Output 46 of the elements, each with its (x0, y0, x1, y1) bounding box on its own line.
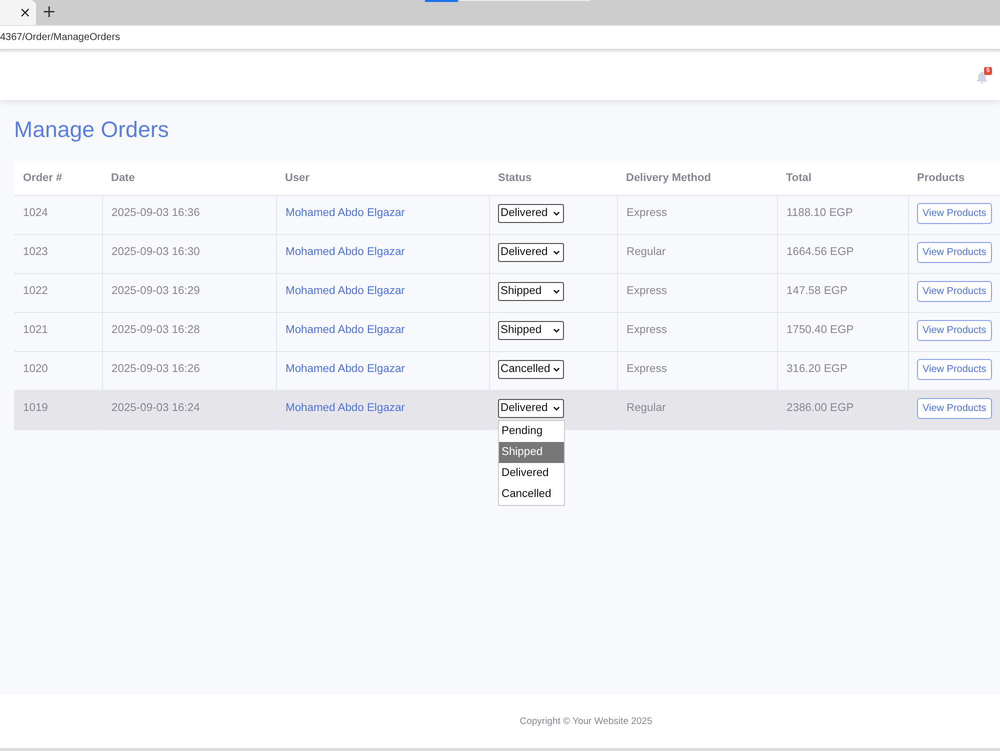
column-header: Order # (14, 161, 102, 196)
user-link[interactable]: Mohamed Abdo Elgazar (286, 363, 405, 375)
tab-close-button[interactable]: × (19, 6, 36, 20)
column-header: Delivery Method (617, 161, 777, 196)
table-cell: 2386.00 EGP (777, 390, 908, 430)
table-cell: 2025-09-03 16:24 (102, 390, 276, 430)
status-select[interactable]: Delivered (498, 204, 564, 222)
view-products-button[interactable]: View Products (916, 358, 992, 380)
user-link[interactable]: Mohamed Abdo Elgazar (286, 246, 405, 258)
user-link[interactable]: Mohamed Abdo Elgazar (286, 324, 405, 336)
user-link[interactable]: Mohamed Abdo Elgazar (286, 285, 405, 297)
accent-bar (425, 0, 458, 2)
status-select[interactable]: Delivered (498, 242, 564, 262)
column-header: User (276, 161, 489, 196)
chevron-icon (552, 406, 560, 410)
status-select[interactable]: Delivered (498, 398, 564, 418)
browser-tab[interactable]: × (0, 0, 36, 25)
bell-icon[interactable] (976, 70, 988, 84)
chevron-icon (552, 288, 560, 294)
view-products-button[interactable]: View Products (916, 398, 992, 418)
new-tab-button[interactable]: + (38, 0, 60, 25)
column-header: Total (777, 161, 908, 196)
user-link[interactable]: Mohamed Abdo Elgazar (286, 207, 405, 219)
status-select[interactable]: Shipped (498, 282, 564, 300)
column-header: Products (908, 161, 1000, 196)
column-header: Date (102, 161, 276, 196)
chevron-icon (552, 250, 560, 254)
dropdown-option[interactable]: Cancelled (498, 484, 564, 504)
address-field[interactable]: 4367/Order/ManageOrders (0, 25, 1000, 50)
dropdown-option[interactable]: Delivered (498, 462, 564, 484)
chevron-icon (552, 366, 560, 372)
column-header: Status (489, 161, 617, 196)
view-products-button[interactable]: View Products (916, 280, 992, 302)
chevron-icon (552, 328, 560, 332)
view-products-button[interactable]: View Products (916, 320, 992, 340)
status-select[interactable]: Shipped (498, 320, 564, 340)
table-cell: Regular (617, 390, 777, 430)
dropdown-option[interactable]: Pending (498, 420, 564, 442)
dropdown-option[interactable]: Shipped (498, 442, 564, 462)
table-cell: 1019 (14, 390, 102, 430)
page-title: Manage Orders (14, 116, 170, 144)
view-products-button[interactable]: View Products (916, 242, 992, 262)
chevron-icon (552, 210, 560, 216)
status-select[interactable]: Cancelled (498, 360, 564, 378)
view-products-button[interactable]: View Products (916, 202, 992, 224)
copyright-text: Copyright © Your Website 2025 (520, 716, 652, 727)
